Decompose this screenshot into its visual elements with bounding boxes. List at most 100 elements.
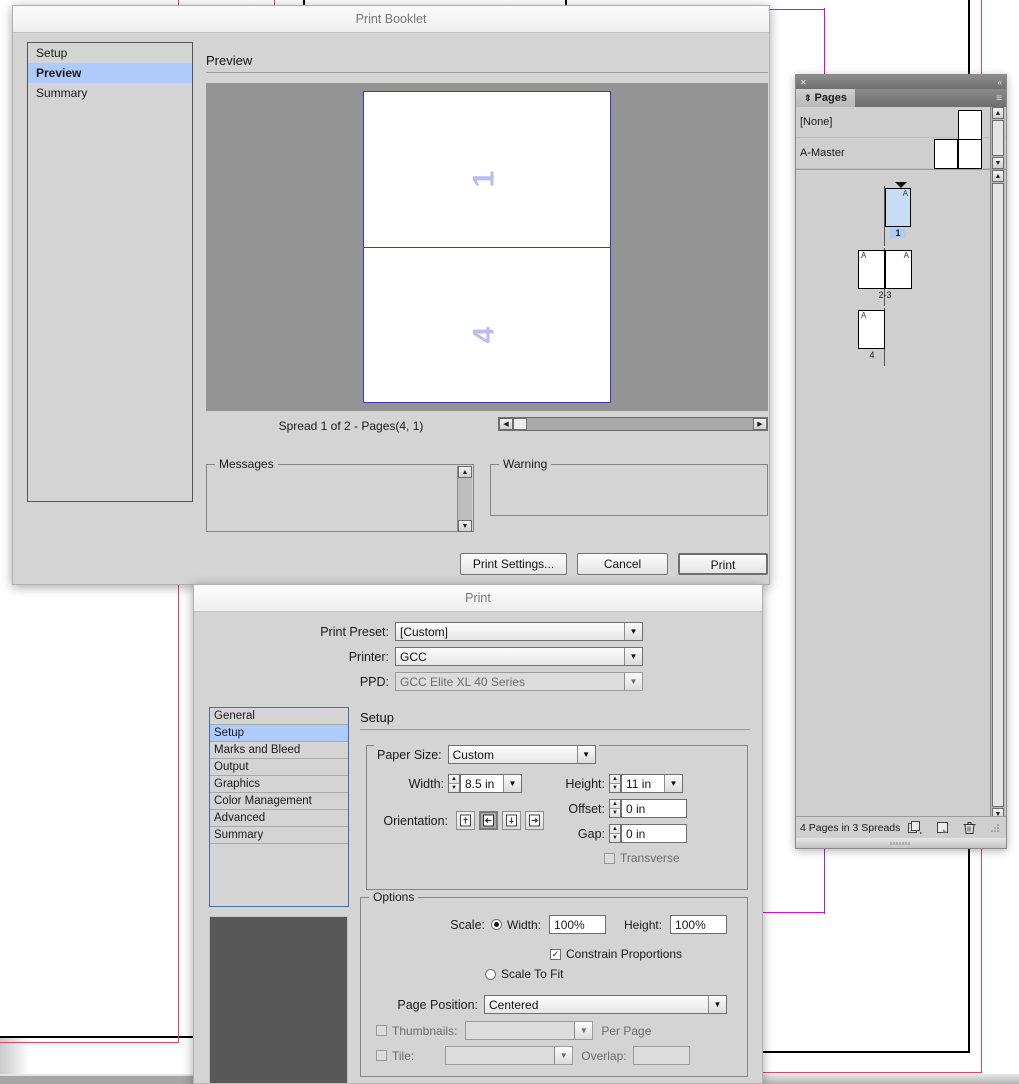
pr-nav-item-setup[interactable]: Setup bbox=[210, 725, 348, 742]
paper-size-value: Custom bbox=[452, 747, 494, 762]
pb-nav-item-preview[interactable]: Preview bbox=[28, 63, 192, 83]
width-stepper[interactable]: ▲ ▼ bbox=[448, 774, 460, 793]
master-row-none[interactable]: [None] bbox=[796, 107, 1006, 140]
gap-stepper[interactable]: ▲ ▼ bbox=[609, 824, 621, 843]
stepper-up-icon[interactable]: ▲ bbox=[610, 825, 620, 834]
scale-to-fit-radio[interactable] bbox=[485, 968, 496, 980]
chevron-down-icon[interactable]: ▼ bbox=[624, 623, 642, 640]
master-row-a-master[interactable]: A-Master bbox=[796, 138, 1006, 169]
cancel-button[interactable]: Cancel bbox=[577, 553, 668, 575]
print-button[interactable]: Print bbox=[678, 553, 768, 575]
pr-nav-item-color-management[interactable]: Color Management bbox=[210, 793, 348, 810]
page-thumbnail-4[interactable]: A bbox=[858, 310, 885, 349]
preview-page-number-top: 1 bbox=[467, 170, 501, 188]
master-a-thumbnail-right bbox=[958, 139, 982, 169]
close-icon[interactable]: ✕ bbox=[800, 78, 807, 87]
ppd-label: PPD: bbox=[359, 674, 389, 689]
orientation-portrait-button[interactable] bbox=[456, 811, 475, 830]
page-label-2-3[interactable]: 2-3 bbox=[870, 290, 900, 300]
thumbnails-select: ▼ bbox=[465, 1021, 594, 1040]
print-booklet-nav-list[interactable]: Setup Preview Summary bbox=[27, 42, 193, 502]
print-settings-button[interactable]: Print Settings... bbox=[460, 553, 567, 575]
panel-resize-handle[interactable] bbox=[796, 838, 1006, 848]
masters-scroll-down-icon[interactable]: ▼ bbox=[992, 157, 1004, 169]
page-thumbnail-2[interactable]: A bbox=[858, 250, 885, 289]
print-preset-select[interactable]: [Custom] ▼ bbox=[395, 622, 643, 641]
gap-input[interactable]: 0 in bbox=[621, 824, 687, 843]
print-preset-row: Print Preset: [Custom] ▼ bbox=[311, 622, 643, 641]
height-stepper[interactable]: ▲ ▼ bbox=[609, 774, 621, 793]
masters-scroll-thumb[interactable] bbox=[992, 120, 1004, 156]
print-booklet-titlebar: Print Booklet bbox=[13, 6, 769, 33]
ppd-select: GCC Elite XL 40 Series ▼ bbox=[395, 672, 643, 691]
stepper-up-icon[interactable]: ▲ bbox=[449, 775, 459, 784]
messages-scroll-down-icon[interactable]: ▼ bbox=[458, 520, 472, 532]
transverse-label: Transverse bbox=[620, 851, 680, 865]
scale-height-input[interactable]: 100% bbox=[670, 915, 728, 934]
offset-input[interactable]: 0 in bbox=[621, 799, 687, 818]
page-label-4[interactable]: 4 bbox=[864, 350, 880, 360]
orientation-reverse-portrait-button[interactable] bbox=[502, 811, 521, 830]
messages-scrollbar[interactable]: ▲ ▼ bbox=[457, 466, 472, 532]
preview-horizontal-scrollbar[interactable]: ◀ ▶ bbox=[498, 417, 768, 431]
stepper-down-icon[interactable]: ▼ bbox=[610, 784, 620, 792]
orientation-reverse-landscape-button[interactable] bbox=[525, 811, 544, 830]
page-thumbnail-3[interactable]: A bbox=[885, 250, 912, 289]
scale-width-input[interactable]: 100% bbox=[549, 915, 607, 934]
duplicate-page-icon[interactable] bbox=[936, 821, 949, 834]
page-reverse-landscape-icon bbox=[529, 814, 540, 827]
pr-nav-item-marks-and-bleed[interactable]: Marks and Bleed bbox=[210, 742, 348, 759]
stepper-down-icon[interactable]: ▼ bbox=[610, 834, 620, 842]
chevron-down-icon[interactable]: ▼ bbox=[576, 746, 595, 763]
options-legend: Options bbox=[369, 890, 419, 904]
pages-scroll-up-icon[interactable]: ▲ bbox=[992, 170, 1004, 182]
orientation-label: Orientation: bbox=[383, 813, 448, 828]
resize-grip-icon[interactable] bbox=[990, 823, 1000, 833]
page-label-1[interactable]: 1 bbox=[890, 228, 906, 238]
scrollbar-thumb[interactable] bbox=[513, 418, 527, 430]
pr-nav-item-output[interactable]: Output bbox=[210, 759, 348, 776]
tab-pages[interactable]: ⇕ Pages bbox=[796, 89, 855, 107]
height-input[interactable]: 11 in ▼ bbox=[621, 774, 683, 793]
pages-scrollbar[interactable]: ▲ ▼ bbox=[990, 170, 1005, 820]
pr-nav-item-advanced[interactable]: Advanced bbox=[210, 810, 348, 827]
print-preview-thumbnail bbox=[209, 916, 348, 1084]
scale-width-radio[interactable] bbox=[491, 919, 502, 930]
masters-scrollbar[interactable]: ▲ ▼ bbox=[990, 107, 1005, 169]
scroll-left-icon[interactable]: ◀ bbox=[499, 418, 513, 430]
pr-nav-item-general[interactable]: General bbox=[210, 708, 348, 725]
orientation-landscape-button[interactable] bbox=[479, 811, 498, 830]
messages-groupbox: Messages ▲ ▼ bbox=[206, 457, 474, 532]
chevron-down-icon[interactable]: ▼ bbox=[664, 775, 682, 792]
constrain-proportions-checkbox[interactable]: ✓ bbox=[550, 948, 561, 960]
chevron-down-icon[interactable]: ▼ bbox=[503, 775, 521, 792]
pages-scroll-thumb[interactable] bbox=[992, 183, 1004, 807]
delete-page-icon[interactable] bbox=[963, 821, 976, 835]
pr-nav-item-summary[interactable]: Summary bbox=[210, 827, 348, 844]
stepper-up-icon[interactable]: ▲ bbox=[610, 775, 620, 784]
stepper-down-icon[interactable]: ▼ bbox=[610, 809, 620, 817]
print-dialog-nav-list[interactable]: General Setup Marks and Bleed Output Gra… bbox=[209, 707, 349, 907]
stepper-down-icon[interactable]: ▼ bbox=[449, 784, 459, 792]
resize-grip-lines-icon bbox=[890, 841, 910, 845]
stepper-up-icon[interactable]: ▲ bbox=[610, 800, 620, 809]
masters-scroll-up-icon[interactable]: ▲ bbox=[992, 107, 1004, 119]
new-page-icon[interactable] bbox=[908, 821, 922, 834]
page-position-select[interactable]: Centered ▼ bbox=[484, 995, 727, 1014]
pb-nav-item-summary[interactable]: Summary bbox=[28, 83, 192, 103]
messages-scroll-up-icon[interactable]: ▲ bbox=[458, 466, 472, 478]
width-input[interactable]: 8.5 in ▼ bbox=[460, 774, 522, 793]
pb-nav-item-setup[interactable]: Setup bbox=[28, 43, 192, 63]
overlap-input bbox=[632, 1046, 690, 1065]
scroll-right-icon[interactable]: ▶ bbox=[753, 418, 767, 430]
collapse-icon[interactable]: « bbox=[998, 78, 1002, 87]
offset-stepper[interactable]: ▲ ▼ bbox=[609, 799, 621, 818]
paper-size-select[interactable]: Custom ▼ bbox=[447, 745, 596, 764]
chevron-down-icon[interactable]: ▼ bbox=[624, 648, 642, 665]
page-thumbnail-1[interactable]: A bbox=[885, 188, 911, 227]
panel-menu-icon[interactable]: ≡ bbox=[996, 89, 1006, 107]
chevron-down-icon[interactable]: ▼ bbox=[708, 996, 726, 1013]
pr-nav-item-graphics[interactable]: Graphics bbox=[210, 776, 348, 793]
setup-panel-rule bbox=[360, 729, 750, 730]
printer-select[interactable]: GCC ▼ bbox=[395, 647, 643, 666]
